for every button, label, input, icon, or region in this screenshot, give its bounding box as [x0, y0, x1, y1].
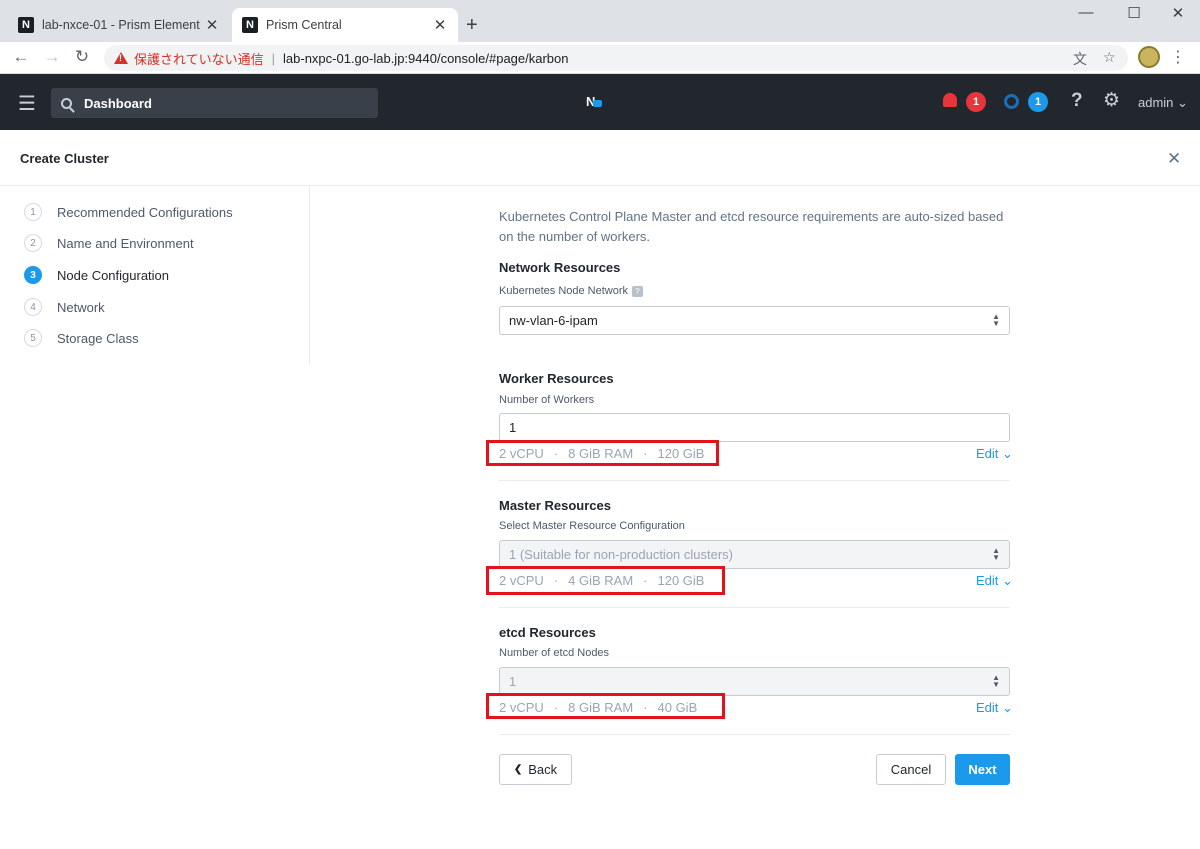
close-tab-icon[interactable]: ✕ [204, 16, 220, 34]
etcd-nodes-label: Number of etcd Nodes [499, 647, 610, 659]
back-label: Back [528, 762, 558, 777]
bookmark-star-icon[interactable]: ☆ [1103, 49, 1116, 66]
step-label: Name and Environment [57, 235, 194, 251]
etcd-nodes-value: 1 [509, 674, 517, 689]
warning-icon [114, 52, 128, 64]
title-divider [0, 185, 1200, 186]
close-icon[interactable]: ✕ [1167, 149, 1181, 169]
forward-arrow-icon[interactable]: → [40, 47, 64, 67]
tab-title: Prism Central [266, 18, 342, 32]
address-bar[interactable]: 保護されていない通信 | lab-nxpc-01.go-lab.jp:9440/… [104, 45, 1128, 71]
cancel-button[interactable]: Cancel [876, 754, 946, 785]
steps-divider [309, 186, 310, 364]
etcd-edit-link[interactable]: Edit ⌄ [976, 700, 1013, 716]
highlight-box [486, 693, 725, 719]
url-text[interactable]: lab-nxpc-01.go-lab.jp:9440/console/#page… [283, 51, 568, 66]
step-recommended-configurations[interactable]: 1 Recommended Configurations [24, 203, 233, 221]
step-label: Network [57, 299, 105, 315]
node-network-select[interactable]: nw-vlan-6-ipam ▲ ▼ [499, 306, 1010, 335]
tasks-ring-icon[interactable] [1004, 94, 1019, 109]
browser-menu-icon[interactable]: ⋮ [1170, 47, 1186, 67]
chevron-left-icon: ❮ [513, 764, 523, 775]
next-button[interactable]: Next [955, 754, 1010, 785]
logo-dot [593, 100, 603, 107]
nutanix-logo[interactable]: N [586, 94, 603, 109]
prism-header: ☰ Dashboard N 1 1 ? ⚙ admin ⌄ [0, 74, 1200, 130]
etcd-resources-title: etcd Resources [499, 625, 596, 640]
hamburger-menu-icon[interactable]: ☰ [18, 91, 36, 116]
etcd-nodes-select[interactable]: 1 ▲ ▼ [499, 667, 1010, 696]
help-icon[interactable]: ? [632, 286, 644, 297]
highlight-box [486, 440, 719, 466]
step-name-and-environment[interactable]: 2 Name and Environment [24, 234, 194, 252]
node-network-label-text: Kubernetes Node Network [499, 285, 629, 297]
master-resources-title: Master Resources [499, 498, 611, 513]
maximize-button[interactable]: ☐ [1112, 4, 1156, 22]
master-config-value: 1 (Suitable for non-production clusters) [509, 547, 734, 562]
step-storage-class[interactable]: 5 Storage Class [24, 329, 139, 347]
step-number: 3 [24, 266, 42, 284]
step-number: 5 [24, 329, 42, 347]
select-arrows-icon: ▲ ▼ [992, 312, 1000, 328]
step-number: 2 [24, 234, 42, 252]
back-arrow-icon[interactable]: ← [9, 47, 33, 67]
minimize-button[interactable]: — [1064, 4, 1108, 21]
browser-tab-strip: N lab-nxce-01 - Prism Element ✕ N Prism … [0, 0, 1200, 42]
search-input[interactable]: Dashboard [51, 88, 378, 118]
tasks-count-badge[interactable]: 1 [1028, 92, 1048, 112]
select-arrows-icon: ▲ ▼ [992, 673, 1000, 689]
close-tab-icon[interactable]: ✕ [432, 16, 448, 34]
search-text: Dashboard [84, 95, 152, 111]
nutanix-favicon-icon: N [18, 17, 34, 33]
reload-icon[interactable]: ↻ [70, 47, 94, 67]
address-separator: | [271, 50, 276, 66]
step-number: 1 [24, 203, 42, 221]
master-edit-link[interactable]: Edit ⌄ [976, 573, 1013, 589]
step-number: 4 [24, 298, 42, 316]
browser-toolbar: ← → ↻ 保護されていない通信 | lab-nxpc-01.go-lab.jp… [0, 42, 1200, 74]
alert-bell-icon[interactable] [943, 93, 957, 107]
step-label: Node Configuration [57, 267, 170, 283]
browser-tab-prism-central[interactable]: N Prism Central ✕ [232, 8, 458, 42]
node-network-label: Kubernetes Node Network? [499, 285, 644, 297]
highlight-box [486, 566, 725, 595]
modal-title: Create Cluster [20, 151, 109, 166]
section-divider [499, 607, 1010, 608]
worker-resources-title: Worker Resources [499, 371, 614, 386]
alerts-count-badge[interactable]: 1 [966, 92, 986, 112]
back-button[interactable]: ❮ Back [499, 754, 572, 785]
step-label: Storage Class [57, 330, 139, 346]
number-of-workers-value: 1 [509, 420, 517, 435]
node-network-value: nw-vlan-6-ipam [509, 313, 598, 328]
help-icon[interactable]: ? [1071, 90, 1083, 112]
master-config-select[interactable]: 1 (Suitable for non-production clusters)… [499, 540, 1010, 569]
window-close-button[interactable]: ✕ [1156, 4, 1200, 22]
translate-icon[interactable]: 文 [1073, 49, 1087, 69]
nutanix-favicon-icon: N [242, 17, 258, 33]
tab-title: lab-nxce-01 - Prism Element [42, 18, 200, 32]
number-of-workers-label: Number of Workers [499, 394, 595, 406]
node-config-description: Kubernetes Control Plane Master and etcd… [499, 209, 1004, 244]
select-arrows-icon: ▲ ▼ [992, 546, 1000, 562]
browser-tab-prism-element[interactable]: N lab-nxce-01 - Prism Element ✕ [8, 8, 230, 42]
master-config-label: Select Master Resource Configuration [499, 520, 685, 532]
step-node-configuration[interactable]: 3 Node Configuration [24, 266, 169, 284]
user-menu[interactable]: admin ⌄ [1138, 95, 1188, 111]
section-divider [499, 480, 1010, 481]
network-resources-title: Network Resources [499, 260, 621, 275]
profile-avatar[interactable] [1138, 46, 1160, 68]
new-tab-button[interactable]: + [466, 14, 478, 37]
gear-icon[interactable]: ⚙ [1103, 89, 1120, 112]
search-icon [61, 97, 72, 109]
security-status[interactable]: 保護されていない通信 [134, 49, 264, 68]
worker-edit-link[interactable]: Edit ⌄ [976, 446, 1013, 462]
section-divider [499, 734, 1010, 735]
step-network[interactable]: 4 Network [24, 298, 105, 316]
step-label: Recommended Configurations [57, 204, 233, 220]
number-of-workers-input[interactable]: 1 [499, 413, 1010, 442]
